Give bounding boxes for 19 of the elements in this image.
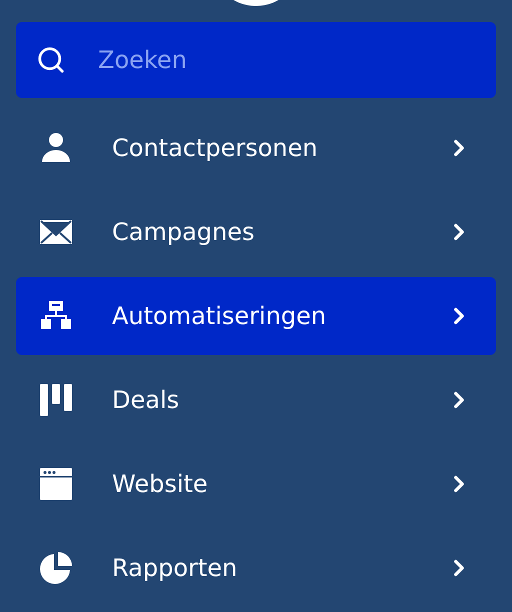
nav-item[interactable]: Automatiseringen <box>16 277 496 355</box>
nav-label: Automatiseringen <box>112 302 328 330</box>
nav-item[interactable]: Deals <box>16 361 496 439</box>
search-icon <box>36 45 66 75</box>
pie-chart-icon <box>40 552 72 584</box>
browser-window-icon <box>40 468 72 500</box>
nav-item[interactable]: Contactpersonen <box>16 109 496 187</box>
person-icon <box>40 132 72 164</box>
nav-item[interactable]: Campagnes <box>16 193 496 271</box>
nav-label: Campagnes <box>112 218 256 246</box>
kanban-icon <box>40 384 72 416</box>
nav-label: Contactpersonen <box>112 134 319 162</box>
flowchart-icon <box>40 300 72 332</box>
nav-label: Rapporten <box>112 554 238 582</box>
nav-label: Deals <box>112 386 180 414</box>
nav-label: Website <box>112 470 209 498</box>
nav-item[interactable]: Website <box>16 445 496 523</box>
search-field[interactable]: Zoeken <box>16 22 496 98</box>
nav-item[interactable]: Rapporten <box>16 529 496 607</box>
